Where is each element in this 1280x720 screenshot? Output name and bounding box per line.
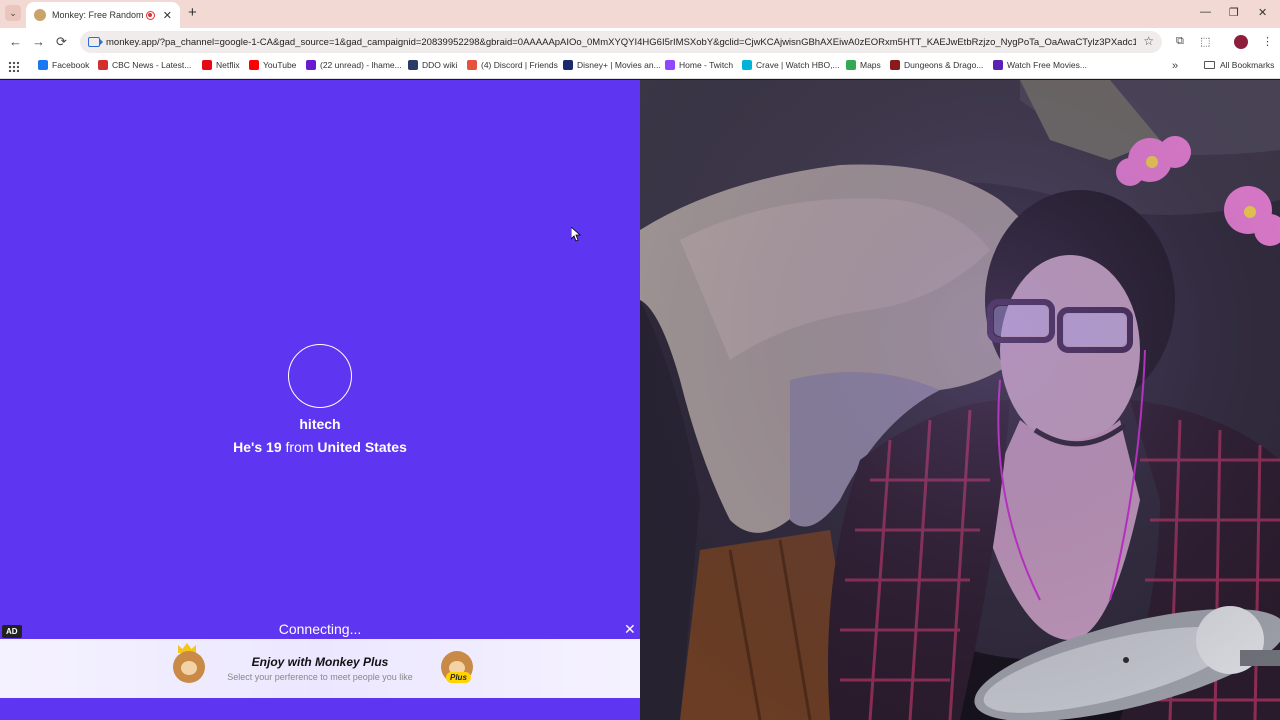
profile-avatar[interactable]	[1234, 35, 1248, 49]
bookmark-label: (4) Discord | Friends	[481, 60, 558, 70]
ddo-icon	[408, 60, 418, 70]
ad-badge: AD	[2, 625, 22, 638]
bookmark-label: Crave | Watch HBO,...	[756, 60, 840, 70]
bookmark-label: Facebook	[52, 60, 90, 70]
minimize-button[interactable]: —	[1200, 6, 1211, 18]
bookmark-label: Disney+ | Movies an...	[577, 60, 661, 70]
bookmark-mail[interactable]: (22 unread) - lhame...	[306, 60, 402, 70]
match-panel: hitech He's 19 from United States Connec…	[0, 80, 640, 720]
match-age: 19	[266, 439, 282, 455]
webcam-feed	[640, 80, 1280, 720]
restore-button[interactable]: ❐	[1229, 6, 1239, 19]
info-prefix: He's	[233, 439, 263, 455]
all-bookmarks-button[interactable]: All Bookmarks	[1204, 60, 1274, 70]
browser-toolbar: ← → ⟳ monkey.app/?pa_channel=google-1-CA…	[0, 28, 1280, 56]
url-text[interactable]: monkey.app/?pa_channel=google-1-CA&gad_s…	[106, 37, 1136, 48]
more-bookmarks-icon[interactable]: »	[1172, 60, 1178, 72]
bookmark-movies[interactable]: Watch Free Movies...	[993, 60, 1087, 70]
match-username: hitech	[299, 416, 341, 432]
folder-icon	[1204, 61, 1215, 69]
avatar	[288, 344, 352, 408]
bookmark-label: DDO wiki	[422, 60, 458, 70]
connection-status: Connecting...	[278, 621, 362, 637]
bookmark-dnd[interactable]: Dungeons & Drago...	[890, 60, 983, 70]
bookmark-youtube[interactable]: YouTube	[249, 60, 296, 70]
twitch-icon	[665, 60, 675, 70]
movies-icon	[993, 60, 1003, 70]
tab-title: Monkey: Free Random Vide	[52, 10, 144, 20]
bookmark-crave[interactable]: Crave | Watch HBO,...	[742, 60, 840, 70]
facebook-icon	[38, 60, 48, 70]
crave-icon	[742, 60, 752, 70]
tab-monkey[interactable]: Monkey: Free Random Vide ✕	[26, 2, 180, 28]
disney-icon	[563, 60, 573, 70]
info-mid: from	[285, 439, 314, 455]
recording-icon	[145, 10, 155, 20]
netflix-icon	[202, 60, 212, 70]
mail-icon	[306, 60, 316, 70]
bookmark-disney[interactable]: Disney+ | Movies an...	[563, 60, 661, 70]
new-tab-button[interactable]: +	[188, 5, 197, 21]
window-close-button[interactable]: ✕	[1258, 6, 1267, 19]
bookmark-discord[interactable]: (4) Discord | Friends	[467, 60, 558, 70]
bookmark-twitch[interactable]: Home - Twitch	[665, 60, 733, 70]
translate-icon[interactable]: ⧉	[1176, 35, 1184, 48]
tab-close-icon[interactable]: ✕	[163, 9, 172, 22]
discord-icon	[467, 60, 477, 70]
ad-title: Enjoy with Monkey Plus	[251, 655, 389, 669]
bookmark-label: Netflix	[216, 60, 240, 70]
reload-button[interactable]: ⟳	[56, 34, 67, 50]
dnd-icon	[890, 60, 900, 70]
apps-grid-icon[interactable]	[8, 61, 19, 72]
tab-search-icon[interactable]: ⌄	[5, 5, 21, 21]
bookmark-label: Dungeons & Drago...	[904, 60, 984, 70]
webcam-image	[640, 80, 1280, 720]
back-button[interactable]: ←	[9, 34, 22, 50]
bookmark-maps[interactable]: Maps	[846, 60, 881, 70]
youtube-icon	[249, 60, 259, 70]
menu-kebab-icon[interactable]: ⋮	[1262, 35, 1273, 48]
bookmark-facebook[interactable]: Facebook	[38, 60, 89, 70]
match-country: United States	[317, 439, 407, 455]
bookmark-cbc[interactable]: CBC News - Latest...	[98, 60, 191, 70]
maps-icon	[846, 60, 856, 70]
match-info: He's 19 from United States	[0, 439, 640, 455]
bookmark-label: (22 unread) - lhame...	[320, 60, 402, 70]
ad-subtitle: Select your perference to meet people yo…	[227, 672, 413, 682]
bookmark-label: CBC News - Latest...	[112, 60, 192, 70]
bookmark-label: Maps	[860, 60, 881, 70]
monkey-favicon-icon	[34, 9, 46, 21]
bookmark-netflix[interactable]: Netflix	[202, 60, 240, 70]
bookmark-label: Watch Free Movies...	[1007, 60, 1087, 70]
cbc-icon	[98, 60, 108, 70]
forward-button[interactable]: →	[32, 34, 45, 50]
bookmark-ddo[interactable]: DDO wiki	[408, 60, 457, 70]
bookmarks-bar: Facebook CBC News - Latest... Netflix YouTu…	[0, 56, 1280, 79]
bookmark-label: Home - Twitch	[679, 60, 734, 70]
address-bar[interactable]: monkey.app/?pa_channel=google-1-CA&gad_s…	[80, 31, 1162, 53]
bookmark-label: YouTube	[263, 60, 297, 70]
ad-close-button[interactable]: ✕	[624, 622, 636, 636]
bookmark-star-icon[interactable]: ☆	[1143, 34, 1154, 48]
tab-strip: ⌄ Monkey: Free Random Vide ✕ + — ❐ ✕	[0, 0, 1280, 28]
camera-site-icon[interactable]	[88, 37, 103, 47]
monkey-plus-ad[interactable]: Enjoy with Monkey Plus Select your perfe…	[0, 639, 640, 698]
plus-badge: Plus	[446, 672, 471, 683]
extensions-icon[interactable]: ⬚	[1200, 35, 1210, 48]
all-bookmarks-label: All Bookmarks	[1220, 60, 1275, 70]
